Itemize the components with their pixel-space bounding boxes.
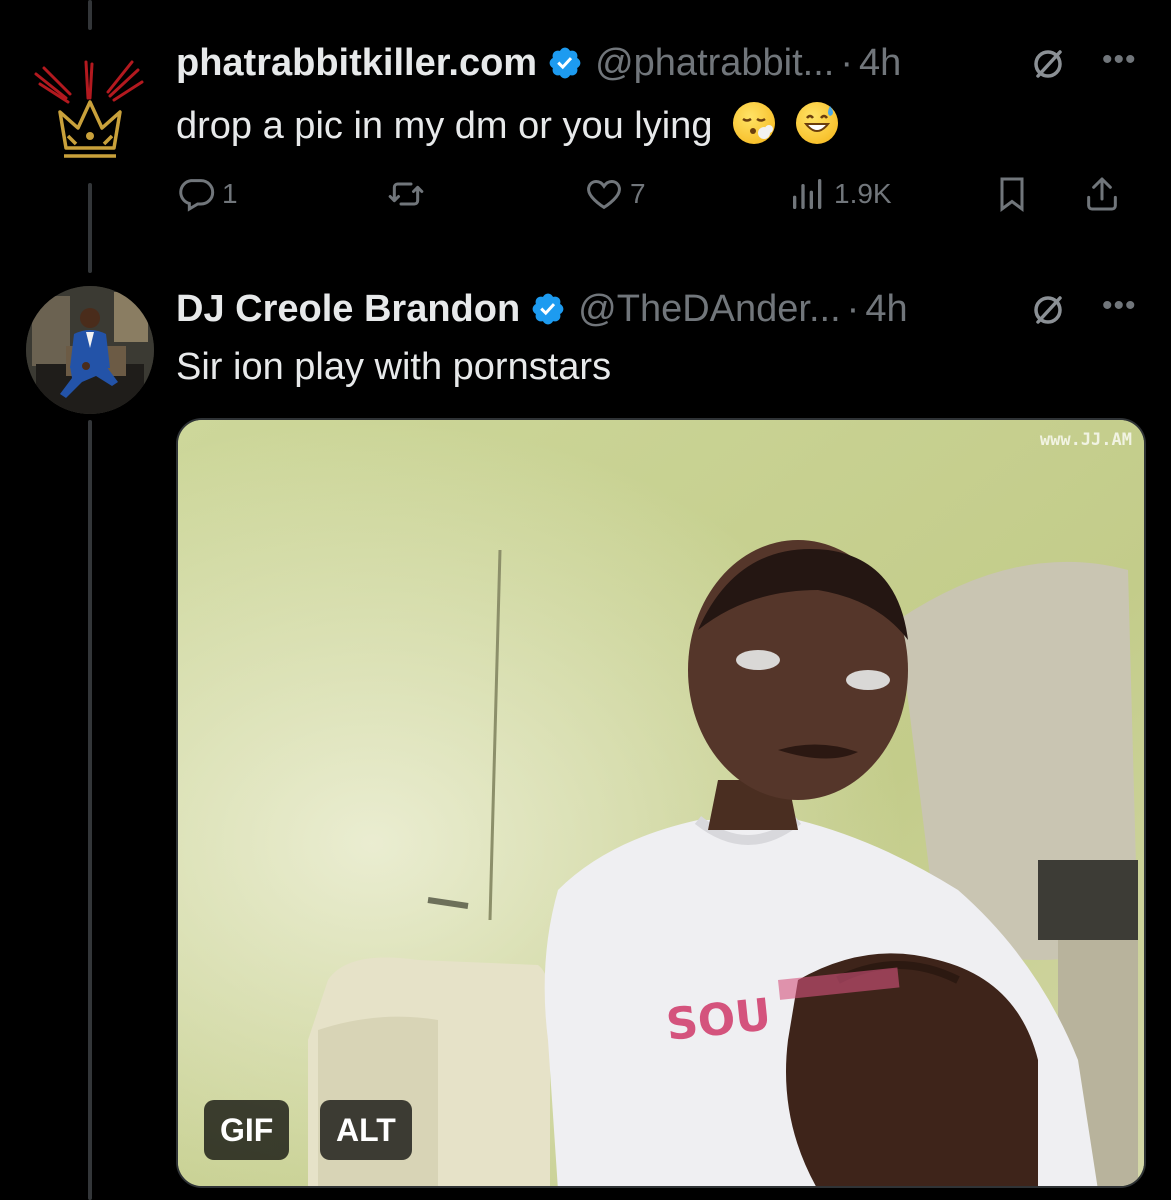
share-button[interactable] <box>1082 174 1122 214</box>
verified-badge-icon <box>532 293 564 325</box>
crown-logo-icon <box>34 60 144 158</box>
analytics-icon <box>793 179 822 209</box>
shirt-print-text: SOU <box>664 989 774 1051</box>
gif-watermark: www.JJ.AM <box>1039 430 1132 450</box>
gif-media[interactable]: SOU www.JJ.AM GIF ALT <box>176 418 1146 1188</box>
like-count: 7 <box>630 178 646 209</box>
more-options-icon[interactable]: ••• <box>1102 42 1137 78</box>
bookmark-button[interactable] <box>992 174 1032 214</box>
separator-dot: · <box>840 42 854 84</box>
gif-frame-image: SOU <box>178 420 1144 1186</box>
alt-text-badge[interactable]: ALT <box>320 1100 412 1160</box>
reply-button[interactable]: 1 <box>176 174 238 214</box>
handle[interactable]: @TheDAnder... <box>578 286 840 332</box>
tweet-text: Sir ion play with pornstars <box>176 346 612 388</box>
timestamp[interactable]: 4h <box>859 40 901 86</box>
avatar-dj-creole-brandon[interactable] <box>26 286 154 414</box>
like-button[interactable]: 7 <box>584 174 646 214</box>
avatar-phatrabbitkiller[interactable] <box>26 40 154 168</box>
display-name[interactable]: phatrabbitkiller.com <box>176 40 537 86</box>
share-icon <box>1087 177 1117 211</box>
handle[interactable]: @phatrabbit... <box>595 40 834 86</box>
profile-photo-icon <box>26 286 154 414</box>
display-name[interactable]: DJ Creole Brandon <box>176 286 520 332</box>
tweet-phatrabbitkiller[interactable]: phatrabbitkiller.com @phatrabbit... · 4h… <box>0 0 1171 240</box>
retweet-button[interactable] <box>386 174 432 214</box>
face-exhaling-emoji <box>733 102 776 144</box>
tweet-header: phatrabbitkiller.com @phatrabbit... · 4h <box>176 40 901 86</box>
grok-icon[interactable] <box>1030 292 1066 328</box>
views-button[interactable]: 1.9K <box>788 174 892 214</box>
tweet-text: drop a pic in my dm or you lying <box>176 102 838 149</box>
view-count: 1.9K <box>834 178 892 209</box>
grok-icon[interactable] <box>1030 46 1066 82</box>
reply-icon <box>179 179 215 212</box>
retweet-icon <box>388 182 424 206</box>
more-options-icon[interactable]: ••• <box>1102 288 1137 324</box>
timestamp[interactable]: 4h <box>865 286 907 332</box>
separator-dot: · <box>846 288 860 330</box>
gif-badge[interactable]: GIF <box>204 1100 290 1160</box>
tweet-header: DJ Creole Brandon @TheDAnder... · 4h <box>176 286 908 332</box>
grinning-sweat-emoji <box>795 102 838 144</box>
heart-icon <box>587 179 621 210</box>
bookmark-icon <box>1000 177 1024 212</box>
verified-badge-icon <box>549 47 581 79</box>
reply-count: 1 <box>222 178 238 209</box>
tweet-actions: 1 7 1.9K <box>176 172 1146 218</box>
tweet-text-content: drop a pic in my dm or you lying <box>176 105 713 147</box>
